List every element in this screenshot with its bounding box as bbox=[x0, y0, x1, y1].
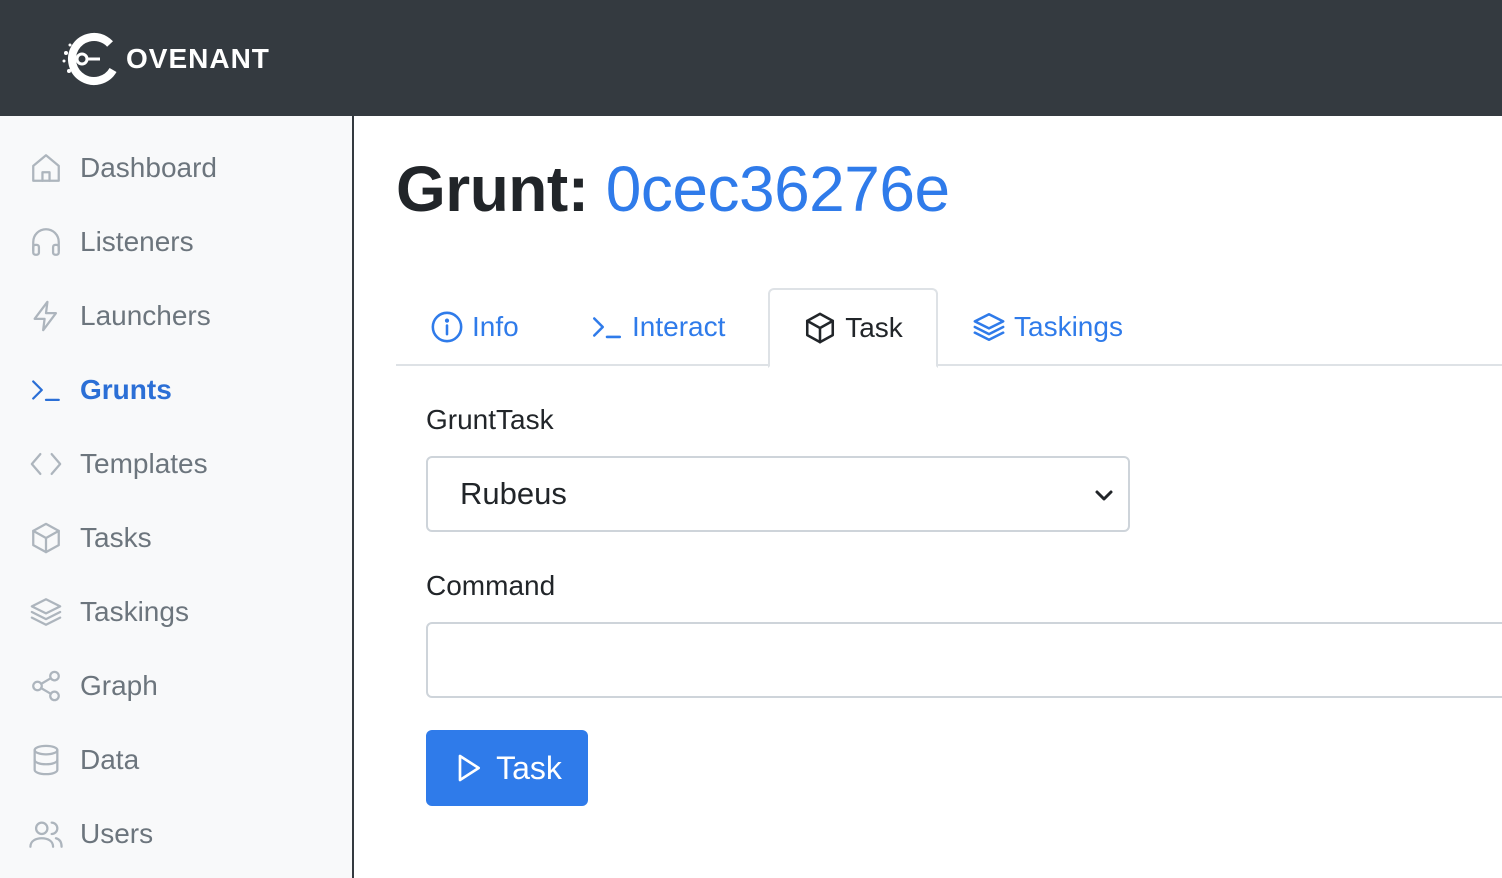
layers-icon bbox=[973, 312, 1005, 342]
sidebar-item-data[interactable]: Data bbox=[28, 740, 139, 780]
sidebar-item-label: Users bbox=[80, 818, 154, 849]
sidebar-item-label: Data bbox=[80, 744, 140, 775]
tab-task[interactable]: Task bbox=[768, 288, 938, 368]
task-submit-button[interactable]: Task bbox=[426, 730, 588, 806]
task-submit-label: Task bbox=[496, 749, 562, 786]
grunt-id: 0cec36276e bbox=[605, 153, 950, 225]
people-icon bbox=[28, 816, 64, 852]
grunt-tabs: Info Interact Task Taskings bbox=[396, 288, 1502, 368]
sidebar-item-taskings[interactable]: Taskings bbox=[28, 592, 189, 632]
grunttask-selected-value: Rubeus bbox=[460, 476, 567, 511]
tab-label: Task bbox=[845, 312, 903, 343]
sidebar-item-dashboard[interactable]: Dashboard bbox=[28, 148, 217, 188]
house-icon bbox=[28, 150, 64, 186]
sidebar-item-label: Templates bbox=[80, 448, 208, 479]
box-icon bbox=[806, 312, 835, 344]
page-title-prefix: Grunt: bbox=[396, 153, 589, 225]
top-navbar: OVENANT bbox=[0, 0, 1502, 116]
box-icon bbox=[28, 520, 64, 556]
grunttask-label: GruntTask bbox=[426, 404, 554, 435]
sidebar-item-templates[interactable]: Templates bbox=[28, 444, 208, 484]
tab-taskings[interactable]: Taskings bbox=[972, 288, 1123, 366]
tab-label: Interact bbox=[632, 311, 726, 342]
command-label: Command bbox=[426, 570, 556, 601]
terminal-icon bbox=[28, 372, 64, 408]
sidebar-item-launchers[interactable]: Launchers bbox=[28, 296, 211, 336]
sidebar-item-label: Dashboard bbox=[80, 152, 217, 183]
sidebar-item-label: Launchers bbox=[80, 300, 211, 331]
sidebar-item-label: Taskings bbox=[80, 596, 189, 627]
brand-name: OVENANT bbox=[126, 43, 270, 74]
sidebar-item-graph[interactable]: Graph bbox=[28, 666, 158, 706]
covenant-logo-icon bbox=[62, 33, 120, 85]
sidebar: Dashboard Listeners Launchers Grunts Tem… bbox=[0, 116, 354, 878]
layers-icon bbox=[28, 594, 64, 630]
database-icon bbox=[28, 742, 64, 778]
sidebar-item-listeners[interactable]: Listeners bbox=[28, 222, 194, 262]
info-circle-icon bbox=[431, 311, 463, 343]
sidebar-item-grunts[interactable]: Grunts bbox=[28, 370, 172, 410]
sidebar-item-label: Grunts bbox=[80, 374, 172, 405]
tab-info[interactable]: Info bbox=[430, 288, 519, 366]
page-title: Grunt: 0cec36276e bbox=[396, 152, 950, 226]
sidebar-item-label: Tasks bbox=[80, 522, 152, 553]
play-icon bbox=[458, 754, 481, 782]
sidebar-item-tasks[interactable]: Tasks bbox=[28, 518, 152, 558]
command-input[interactable] bbox=[426, 622, 1502, 698]
main-content: Grunt: 0cec36276e Info Interact Task Tas… bbox=[356, 116, 1502, 878]
share-icon bbox=[28, 668, 64, 704]
lightning-icon bbox=[28, 298, 64, 334]
covenant-logo[interactable]: OVENANT bbox=[60, 30, 270, 88]
chevron-down-icon bbox=[1095, 490, 1113, 501]
tab-label: Taskings bbox=[1014, 311, 1123, 342]
tab-label: Info bbox=[472, 311, 519, 342]
sidebar-item-label: Graph bbox=[80, 670, 158, 701]
headphones-icon bbox=[28, 224, 64, 260]
terminal-icon bbox=[592, 317, 622, 339]
sidebar-item-label: Listeners bbox=[80, 226, 194, 257]
tab-interact[interactable]: Interact bbox=[590, 288, 725, 366]
grunttask-select[interactable]: Rubeus bbox=[426, 456, 1130, 532]
code-icon bbox=[28, 446, 64, 482]
sidebar-item-users[interactable]: Users bbox=[28, 814, 153, 854]
